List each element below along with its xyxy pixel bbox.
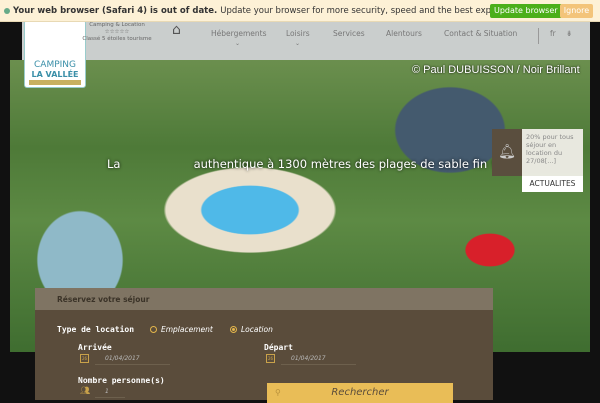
chevron-down-icon: ⌄ <box>295 40 301 47</box>
arrival-label: Arrivée <box>78 343 112 352</box>
booking-form: Réservez votre séjour Type de location E… <box>35 288 493 403</box>
site-logo[interactable]: CAMPING LA VALLÉE <box>24 20 86 88</box>
bell-icon: 🔔︎ <box>492 129 522 176</box>
calendar-icon[interactable]: 26 <box>266 354 275 363</box>
search-button[interactable]: ⚲ Rechercher <box>267 383 453 403</box>
logo-text: LA VALLÉE <box>31 70 79 79</box>
ignore-button[interactable]: Ignore <box>560 4 593 18</box>
booking-title: Réservez votre séjour <box>35 288 493 310</box>
news-text[interactable]: 20% pour tous séjour en location du 27/0… <box>522 129 583 176</box>
search-label: Rechercher <box>331 387 389 398</box>
people-icon: 👥︎ <box>80 386 91 395</box>
tagline: Camping & Location ☆☆☆☆☆ Classé 5 étoile… <box>82 22 152 43</box>
type-label: Type de location <box>57 325 135 334</box>
language-selector[interactable]: fr <box>550 29 556 38</box>
news-button[interactable]: ACTUALITES <box>522 176 583 192</box>
radio-icon <box>230 326 237 333</box>
hero-headline: La authentique à 1300 mètres des plages … <box>107 157 496 171</box>
nav-loisirs[interactable]: Loisirs <box>286 29 310 38</box>
nav-services[interactable]: Services <box>333 29 365 38</box>
radio-emplacement[interactable]: Emplacement <box>150 325 213 334</box>
stars-icon: ☆☆☆☆☆ <box>104 29 130 35</box>
departure-label: Départ <box>264 343 293 352</box>
option-label: Emplacement <box>161 325 213 334</box>
update-browser-button[interactable]: Update browser <box>490 4 562 18</box>
logo-text: CAMPING <box>34 60 76 70</box>
nav-alentours[interactable]: Alentours <box>386 29 422 38</box>
info-icon <box>4 7 10 14</box>
home-icon[interactable]: ⌂ <box>172 22 181 38</box>
persons-input[interactable]: 1 <box>95 388 125 398</box>
radio-location[interactable]: Location <box>230 325 273 334</box>
option-label: Location <box>241 325 273 334</box>
calendar-icon[interactable]: 26 <box>80 354 89 363</box>
logo-ribbon <box>29 80 81 85</box>
nav-divider <box>538 28 539 44</box>
tagline-line: Camping & Location <box>89 22 145 28</box>
news-widget: 🔔︎ 20% pour tous séjour en location du 2… <box>492 129 590 192</box>
warning-title: Your web browser (Safari 4) is out of da… <box>13 5 218 16</box>
nav-hebergements[interactable]: Hébergements <box>211 29 266 38</box>
tagline-line: Classé 5 étoiles tourisme <box>82 36 152 42</box>
photo-credit: © Paul DUBUISSON / Noir Brillant <box>412 64 580 76</box>
persons-label: Nombre personne(s) <box>78 376 165 385</box>
nav-contact[interactable]: Contact & Situation <box>444 29 517 38</box>
browser-warning-bar: Your web browser (Safari 4) is out of da… <box>0 0 600 22</box>
radio-icon <box>150 326 157 333</box>
departure-input[interactable]: 01/04/2017 <box>281 355 356 365</box>
menu-arrow-icon[interactable]: ⇟ <box>566 29 572 38</box>
chevron-down-icon: ⌄ <box>235 40 241 47</box>
search-icon: ⚲ <box>275 388 281 397</box>
arrival-input[interactable]: 01/04/2017 <box>95 355 170 365</box>
